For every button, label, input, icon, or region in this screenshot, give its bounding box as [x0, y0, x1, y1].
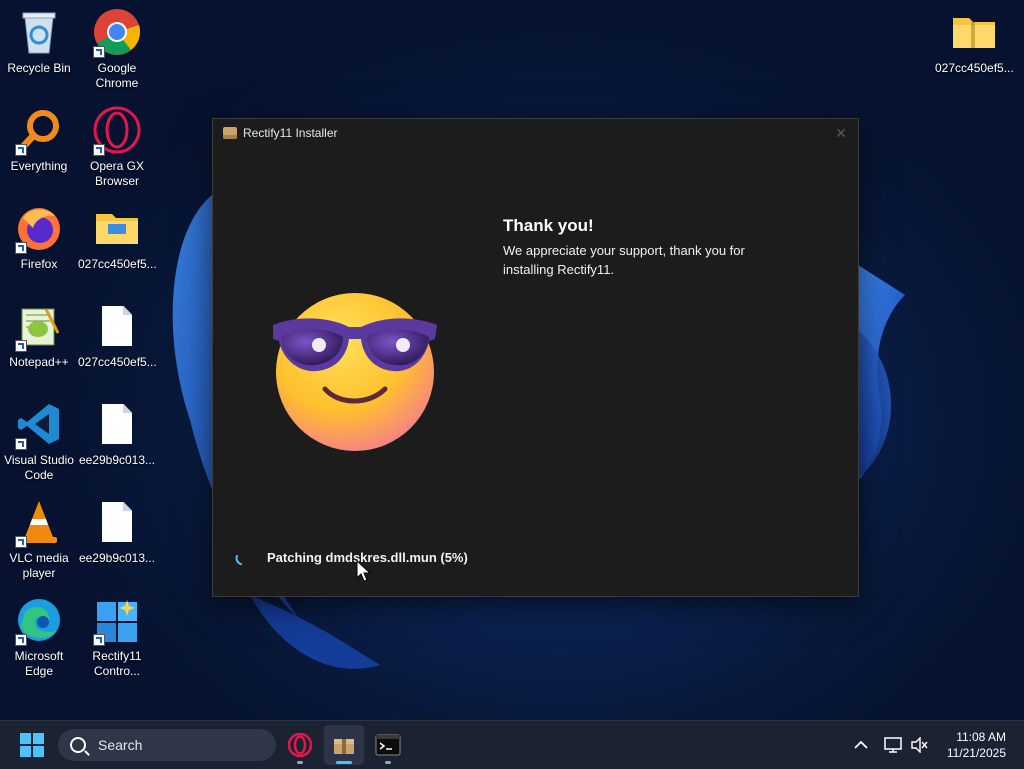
installer-window[interactable]: Rectify11 Installer ✕ Thank you! We appr… [212, 118, 859, 597]
package-icon [223, 127, 237, 139]
shortcut-arrow-icon [93, 144, 105, 156]
show-hidden-icons-button[interactable] [842, 725, 880, 765]
package-icon [334, 739, 354, 754]
sunglasses-emoji-icon [273, 293, 437, 451]
shortcut-arrow-icon [15, 438, 27, 450]
desktop-icon-label: Everything [10, 159, 68, 173]
search-icon [70, 737, 86, 753]
chevron-up-icon [854, 740, 868, 749]
clock-time: 11:08 AM [956, 730, 1006, 744]
volume-muted-icon [911, 737, 928, 753]
desktop-icon-opera-gx[interactable]: Opera GX Browser [78, 104, 156, 189]
volume-button[interactable] [904, 725, 934, 765]
clock-date: 11/21/2025 [946, 746, 1006, 760]
search-placeholder: Search [98, 737, 143, 753]
desktop-icon-label: VLC media player [9, 551, 69, 580]
desktop-icon-everything[interactable]: Everything [0, 104, 78, 174]
desktop-icon-file-027cc450[interactable]: 027cc450ef5... [78, 300, 157, 370]
mouse-cursor-icon [356, 560, 372, 582]
file-icon [102, 502, 132, 542]
desktop-icon-label: Microsoft Edge [14, 649, 64, 678]
network-icon [884, 737, 902, 753]
loading-spinner-icon [235, 555, 242, 565]
thank-you-heading: Thank you! [503, 216, 594, 235]
running-indicator [297, 761, 303, 764]
desktop-icon-label: Recycle Bin [7, 61, 71, 75]
start-button[interactable] [12, 725, 52, 765]
desktop-icon-zip-027cc450[interactable]: 027cc450ef5... [935, 6, 1014, 76]
desktop-icon-rectify11-control[interactable]: Rectify11 Contro... [78, 594, 156, 679]
file-icon [102, 306, 132, 346]
desktop-icon-vscode[interactable]: Visual Studio Code [0, 398, 78, 483]
shortcut-arrow-icon [15, 242, 27, 254]
desktop-icon-label: ee29b9c013... [78, 453, 156, 467]
taskbar-opera-gx[interactable] [280, 725, 320, 765]
window-title: Rectify11 Installer [243, 126, 338, 140]
desktop-icon-label: 027cc450ef5... [935, 61, 1014, 75]
close-button[interactable]: ✕ [830, 123, 852, 143]
taskbar-terminal[interactable] [368, 725, 408, 765]
shortcut-arrow-icon [15, 340, 27, 352]
taskbar-search-box[interactable]: Search [58, 729, 276, 761]
folder-icon [96, 214, 138, 244]
active-indicator [336, 761, 352, 764]
shortcut-arrow-icon [15, 536, 27, 548]
shortcut-arrow-icon [15, 144, 27, 156]
taskbar-clock[interactable]: 11:08 AM 11/21/2025 [947, 729, 1006, 761]
running-indicator [385, 761, 391, 764]
desktop-icon-label: Notepad++ [9, 355, 69, 369]
desktop-icon-label: Opera GX Browser [89, 159, 145, 188]
desktop-icon-label: Google Chrome [95, 61, 139, 90]
window-titlebar[interactable]: Rectify11 Installer [213, 119, 858, 147]
zip-folder-icon [953, 18, 995, 48]
terminal-icon [375, 734, 401, 756]
desktop-icon-label: Firefox [20, 257, 58, 271]
opera-gx-icon [287, 732, 313, 758]
recycle-bin-icon [22, 12, 56, 54]
desktop-icon-file-ee29b9c0-2[interactable]: ee29b9c013... [78, 496, 156, 566]
thank-you-message: We appreciate your support, thank you fo… [503, 243, 745, 277]
shortcut-arrow-icon [93, 46, 105, 58]
taskbar: Search 11:08 AM 11/21/2025 [0, 720, 1024, 769]
windows-logo-icon [20, 733, 44, 757]
shortcut-arrow-icon [93, 634, 105, 646]
desktop-icon-vlc[interactable]: VLC media player [0, 496, 78, 581]
desktop-icon-file-ee29b9c0-1[interactable]: ee29b9c013... [78, 398, 156, 468]
desktop-icon-folder-027cc450[interactable]: 027cc450ef5... [78, 202, 157, 272]
shortcut-arrow-icon [15, 634, 27, 646]
desktop-icon-label: Rectify11 Contro... [92, 649, 142, 678]
desktop-icon-microsoft-edge[interactable]: Microsoft Edge [0, 594, 78, 679]
desktop-icon-label: 027cc450ef5... [78, 257, 157, 271]
file-icon [102, 404, 132, 444]
desktop-icon-recycle-bin[interactable]: Recycle Bin [0, 6, 78, 76]
desktop-icon-label: 027cc450ef5... [78, 355, 157, 369]
taskbar-rectify11-installer[interactable] [324, 725, 364, 765]
desktop-icon-label: ee29b9c013... [78, 551, 156, 565]
desktop-icon-notepad-plus-plus[interactable]: Notepad++ [0, 300, 78, 370]
desktop-icon-firefox[interactable]: Firefox [0, 202, 78, 272]
desktop-icon-google-chrome[interactable]: Google Chrome [78, 6, 156, 91]
desktop-icon-label: Visual Studio Code [4, 453, 74, 482]
